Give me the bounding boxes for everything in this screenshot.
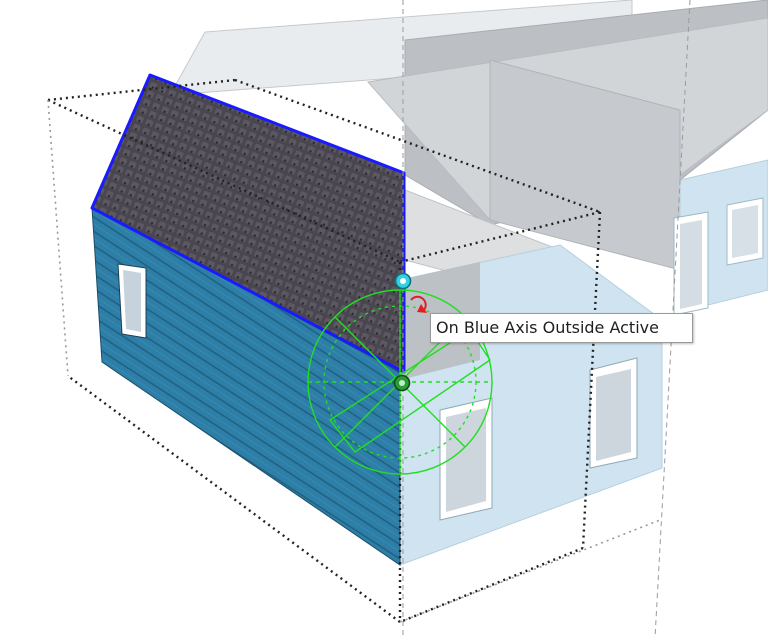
cyan-endpoint-icon[interactable] bbox=[394, 272, 412, 290]
rear-house-wall bbox=[673, 159, 768, 316]
modeling-viewport[interactable]: On Blue Axis Outside Active bbox=[0, 0, 768, 638]
selected-gable-component[interactable] bbox=[90, 73, 406, 566]
green-endpoint-icon[interactable] bbox=[393, 374, 411, 392]
house-side-wall bbox=[399, 244, 663, 566]
inference-tooltip: On Blue Axis Outside Active bbox=[430, 313, 693, 343]
